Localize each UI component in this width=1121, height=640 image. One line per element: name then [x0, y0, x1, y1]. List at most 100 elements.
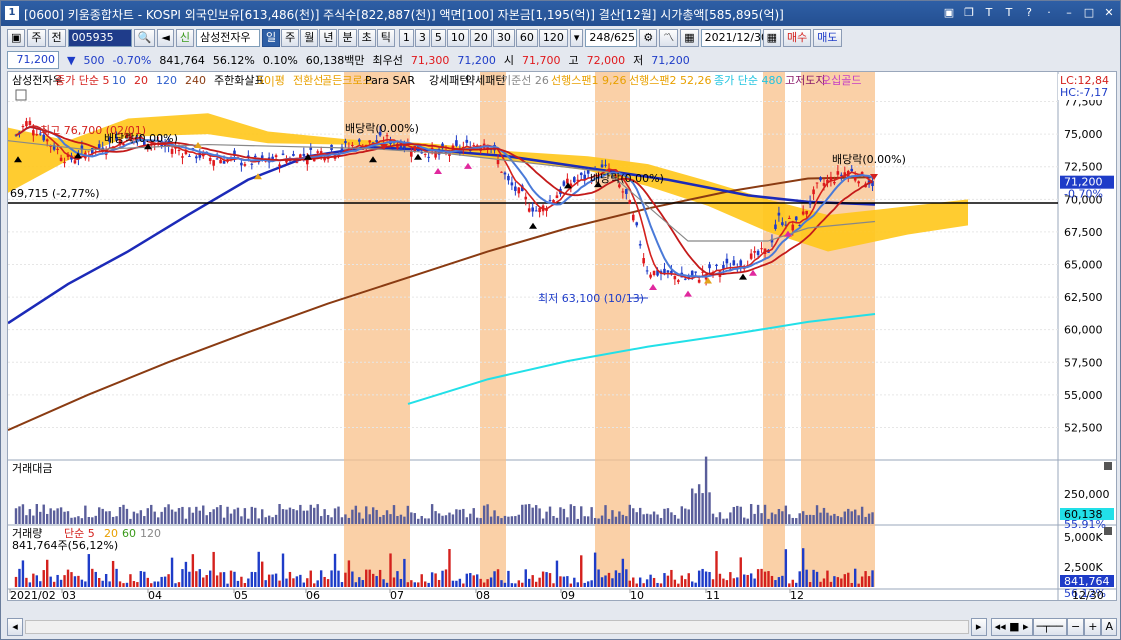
buy-button[interactable]: 매수 [783, 29, 812, 47]
volume-bar [52, 581, 56, 587]
tool-icon-3[interactable]: ▦ [680, 29, 699, 47]
volume-bar [614, 570, 618, 587]
calendar-icon[interactable]: ▦ [762, 29, 782, 47]
minimize-icon[interactable]: – [1062, 5, 1076, 20]
period-button[interactable]: 분 [338, 29, 357, 47]
layout-icon[interactable]: ▣ [942, 5, 956, 20]
period-button[interactable]: 주 [281, 29, 300, 47]
lookup-arrow-icon[interactable]: ▾ [569, 29, 584, 47]
volume-bar [233, 571, 236, 587]
copy-icon[interactable]: ❐ [962, 5, 976, 20]
candle-body [250, 163, 254, 165]
trade-amount-bar [316, 504, 319, 524]
sell-button[interactable]: 매도 [813, 29, 842, 47]
trade-amount-bar [684, 508, 687, 524]
candle-body [725, 258, 729, 264]
candle-body [621, 191, 625, 193]
trade-amount-bar [614, 516, 618, 524]
stock-name[interactable]: 삼성전자우 [195, 29, 260, 47]
period-button[interactable]: 틱 [376, 29, 395, 47]
interval-button[interactable]: 3 [414, 29, 430, 47]
period-button[interactable]: 일 [261, 29, 281, 47]
trade-amount-bar [753, 513, 756, 524]
volume-bar [91, 568, 94, 587]
maximize-icon[interactable]: □ [1082, 5, 1096, 20]
help-icon[interactable]: ? [1022, 5, 1036, 20]
candle-body [385, 135, 389, 137]
date-field[interactable]: 2021/12/30 [700, 29, 768, 47]
volume-bar [656, 582, 659, 587]
volume-bar [84, 581, 87, 587]
app-icon: 1 [5, 6, 19, 20]
close-icon[interactable]: ✕ [1102, 5, 1116, 20]
volume-bar [746, 574, 749, 587]
chart-area[interactable]: 77,500 75,000 72,500 70,000 67,500 65,000 62,5… [7, 71, 1117, 602]
period-button[interactable]: 년 [319, 29, 338, 47]
volume-bar [871, 570, 874, 587]
trade-amount-bar [233, 509, 236, 524]
interval-button[interactable]: 20 [469, 29, 492, 47]
volume-bar [80, 579, 84, 587]
bid-price: 71,200 [457, 53, 496, 67]
type-select-2[interactable]: 전 [47, 29, 66, 47]
scroll-left-icon[interactable]: ◂ [7, 618, 23, 636]
type-select-1[interactable]: 주 [27, 29, 46, 47]
trade-amount-bar [618, 511, 621, 524]
trade-amount-bar [313, 507, 316, 524]
speaker-icon[interactable]: ◄ [157, 29, 174, 47]
price-chart-svg[interactable]: 77,50075,00072,50070,00067,50065,00062,5… [7, 72, 1116, 602]
period-button[interactable]: 월 [300, 29, 319, 47]
trade-amount-bar [430, 504, 434, 524]
interval-button[interactable]: 60 [515, 29, 538, 47]
scroll-right-icon[interactable]: ▸ [970, 618, 987, 636]
interval-button[interactable]: 120 [538, 29, 568, 47]
count-field[interactable]: 248/625 [585, 29, 638, 47]
volume-bar [285, 578, 288, 587]
volume-bar [611, 578, 614, 587]
tool-icon-1[interactable]: ⚙ [639, 29, 658, 47]
x-tick-label: 2021/02 [10, 589, 56, 600]
font-a-icon[interactable]: A [1101, 618, 1117, 636]
period-button[interactable]: 초 [357, 29, 376, 47]
volume-bar [767, 571, 770, 587]
volume-bar [507, 570, 510, 587]
candle-body [642, 258, 645, 264]
interval-button[interactable]: 30 [492, 29, 515, 47]
trade-amount-bar [104, 511, 108, 524]
candle-body [517, 187, 521, 194]
trade-amount-bar [212, 509, 215, 524]
volume-bar [389, 553, 392, 587]
trade-amount-bar [476, 517, 479, 524]
volume-bar [101, 580, 104, 587]
trade-amount-bar [243, 508, 247, 524]
dividend-label-4: 배당락(0.00%) [832, 153, 906, 166]
trade-amount-bar [257, 518, 260, 524]
search-icon[interactable]: 🔍 [133, 29, 156, 47]
trade-amount-bar [226, 506, 229, 524]
title-bar: 1 [0600] 키움종합차트 - KOSPI 외국인보유[613,486(천)… [1, 1, 1120, 26]
candle-body [812, 189, 815, 195]
trade-amount-bar [479, 518, 482, 524]
stock-badge-icon[interactable]: 신 [175, 29, 194, 47]
pin-icon[interactable]: T [982, 5, 996, 20]
volume-bar [150, 583, 153, 587]
tool-icon-2[interactable]: 〽 [659, 29, 679, 47]
trade-amount-bar [21, 504, 25, 524]
zoom-slider-icon[interactable]: ─┬── [1032, 618, 1068, 636]
interval-button[interactable]: 10 [446, 29, 469, 47]
text-icon[interactable]: T [1002, 5, 1016, 20]
interval-button[interactable]: 1 [398, 29, 414, 47]
volume-bar [264, 580, 267, 587]
zoom-out-icon[interactable]: − [1067, 618, 1085, 636]
candle-body [181, 156, 184, 158]
volume-bar [354, 582, 358, 587]
horizontal-scrollbar[interactable] [25, 620, 969, 634]
trade-amount-bar [184, 518, 188, 524]
code-input[interactable]: 005935 [67, 29, 132, 47]
zoom-in-icon[interactable]: + [1084, 618, 1102, 636]
play-controls-icon[interactable]: ◂◂ ■ ▸ [990, 618, 1033, 636]
trade-amount-bar [604, 505, 607, 524]
volume-bar [167, 574, 170, 587]
interval-button[interactable]: 5 [430, 29, 446, 47]
chart-type-icon[interactable]: ▣ [7, 29, 26, 47]
